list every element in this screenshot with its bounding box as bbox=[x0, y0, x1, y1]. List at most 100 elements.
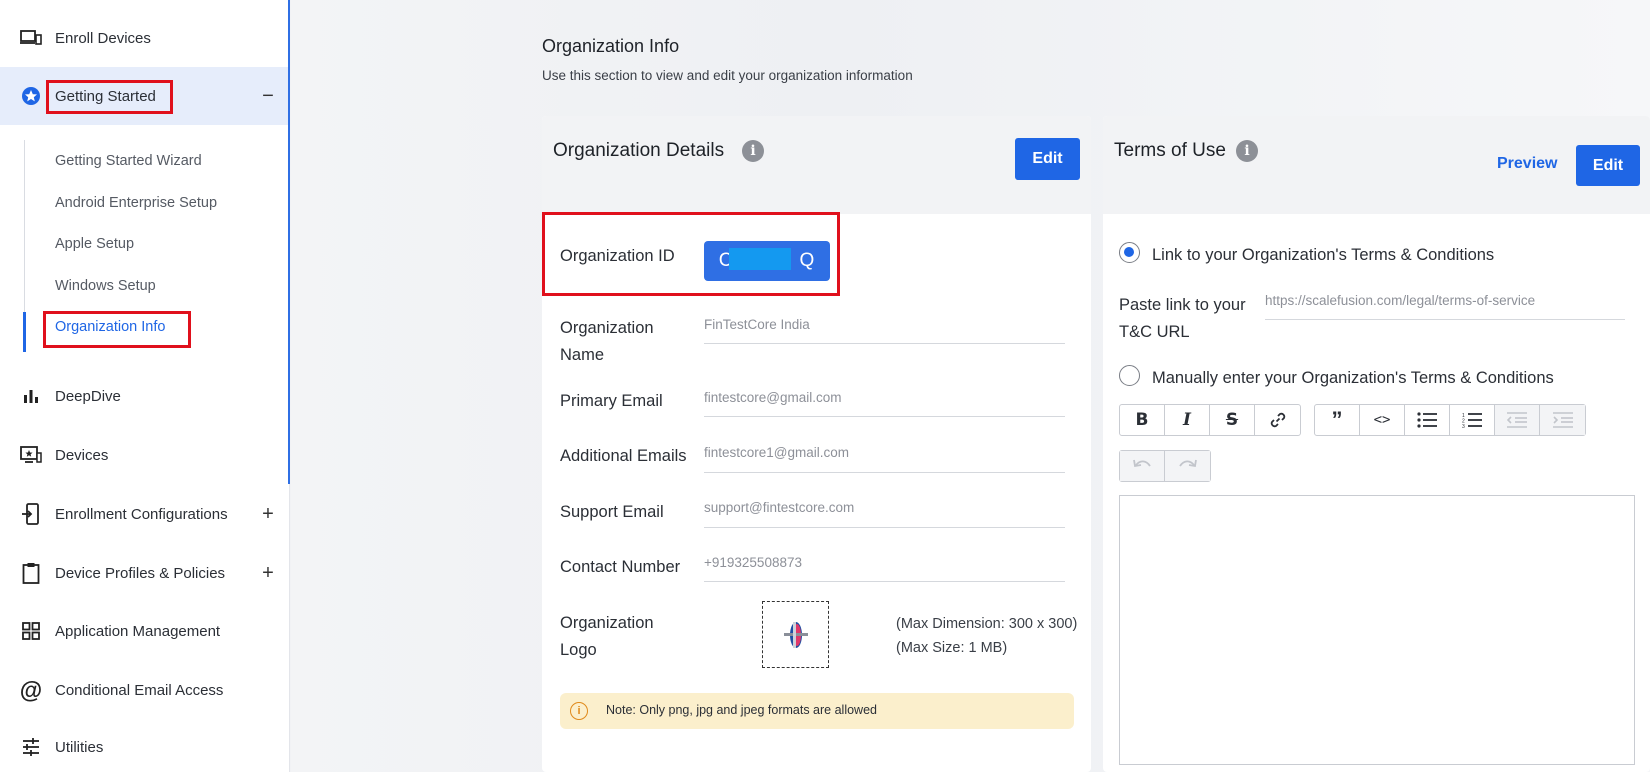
sidebar-subitem-android-enterprise-setup[interactable]: Android Enterprise Setup bbox=[55, 195, 217, 211]
sidebar-item-deepdive[interactable]: DeepDive bbox=[0, 368, 288, 424]
preview-button[interactable]: Preview bbox=[1497, 155, 1557, 173]
primary-email-field[interactable]: fintestcore@gmail.com bbox=[704, 390, 842, 405]
bold-icon[interactable]: B bbox=[1120, 405, 1165, 435]
highlight-box bbox=[46, 80, 173, 114]
expand-icon[interactable]: + bbox=[258, 562, 278, 585]
field-underline bbox=[704, 581, 1065, 582]
italic-icon[interactable]: I bbox=[1165, 405, 1210, 435]
sidebar-active-line bbox=[288, 0, 290, 484]
bar-chart-icon bbox=[20, 385, 42, 407]
support-email-field[interactable]: support@fintestcore.com bbox=[704, 500, 854, 515]
link-terms-label[interactable]: Link to your Organization's Terms & Cond… bbox=[1152, 246, 1494, 265]
sidebar-item-label: Application Management bbox=[55, 622, 221, 640]
strikethrough-icon[interactable]: S bbox=[1210, 405, 1255, 435]
org-logo-label-line2: Logo bbox=[560, 641, 597, 659]
quote-icon[interactable]: ” bbox=[1315, 405, 1360, 435]
support-email-label: Support Email bbox=[560, 503, 664, 521]
link-icon[interactable] bbox=[1255, 405, 1300, 435]
sidebar-item-label: Enrollment Configurations bbox=[55, 505, 228, 523]
sidebar-subitem-getting-started-wizard[interactable]: Getting Started Wizard bbox=[55, 153, 202, 169]
history-toolbar bbox=[1119, 450, 1211, 482]
card-header bbox=[1103, 116, 1650, 214]
logo-dimension-hint: (Max Dimension: 300 x 300) bbox=[896, 616, 1078, 632]
outdent-icon[interactable] bbox=[1495, 405, 1540, 435]
grid-icon bbox=[20, 620, 42, 642]
tc-url-label-line1: Paste link to your bbox=[1119, 296, 1246, 314]
numbered-list-icon[interactable]: 123 bbox=[1450, 405, 1495, 435]
org-name-label-line2: Name bbox=[560, 346, 605, 364]
sidebar-item-application-management[interactable]: Application Management bbox=[0, 603, 288, 659]
format-note: i Note: Only png, jpg and jpeg formats a… bbox=[560, 693, 1074, 729]
info-icon[interactable]: i bbox=[1236, 140, 1258, 162]
org-logo-label: Organization Logo bbox=[560, 610, 654, 664]
sidebar-item-device-profiles-policies[interactable]: Device Profiles & Policies + bbox=[0, 545, 288, 601]
terms-title: Terms of Use bbox=[1114, 140, 1226, 161]
tc-url-label-line2: T&C URL bbox=[1119, 323, 1190, 341]
sidebar: Enroll Devices Getting Started − Getting… bbox=[0, 0, 290, 772]
org-name-label-line1: Organization bbox=[560, 319, 654, 337]
undo-icon[interactable] bbox=[1120, 451, 1165, 481]
devices-icon bbox=[20, 27, 42, 49]
monitor-star-icon bbox=[20, 444, 42, 466]
sidebar-item-label: Conditional Email Access bbox=[55, 681, 224, 699]
additional-emails-label: Additional Emails bbox=[560, 447, 687, 465]
info-circle-icon: i bbox=[570, 702, 588, 720]
card-header bbox=[542, 116, 1091, 214]
terms-edit-button[interactable]: Edit bbox=[1576, 145, 1640, 186]
sidebar-item-label: Devices bbox=[55, 446, 109, 464]
indent-icon[interactable] bbox=[1540, 405, 1585, 435]
logo-upload[interactable] bbox=[762, 601, 829, 668]
sidebar-item-conditional-email-access[interactable]: @ Conditional Email Access bbox=[0, 662, 288, 718]
note-text: Note: Only png, jpg and jpeg formats are… bbox=[606, 703, 877, 717]
sidebar-item-enroll-devices[interactable]: Enroll Devices bbox=[0, 10, 288, 66]
manual-terms-label[interactable]: Manually enter your Organization's Terms… bbox=[1152, 369, 1554, 388]
sliders-icon bbox=[20, 736, 42, 758]
page-subtitle: Use this section to view and edit your o… bbox=[542, 68, 913, 83]
code-icon[interactable]: <> bbox=[1360, 405, 1405, 435]
collapse-icon[interactable]: − bbox=[258, 85, 278, 108]
field-underline bbox=[1265, 319, 1625, 320]
additional-emails-field[interactable]: fintestcore1@gmail.com bbox=[704, 445, 849, 460]
highlight-box bbox=[542, 212, 840, 296]
org-name-label: Organization Name bbox=[560, 315, 654, 369]
field-underline bbox=[704, 416, 1065, 417]
svg-text:3: 3 bbox=[1462, 424, 1465, 428]
format-toolbar: B I S bbox=[1119, 404, 1301, 436]
sidebar-item-label: Enroll Devices bbox=[55, 29, 151, 47]
logo-size-hint: (Max Size: 1 MB) bbox=[896, 640, 1008, 656]
org-edit-button[interactable]: Edit bbox=[1015, 138, 1080, 180]
tc-url-field[interactable]: https://scalefusion.com/legal/terms-of-s… bbox=[1265, 293, 1535, 308]
primary-email-label: Primary Email bbox=[560, 392, 663, 410]
info-icon[interactable]: i bbox=[742, 140, 764, 162]
redo-icon[interactable] bbox=[1165, 451, 1210, 481]
terms-editor[interactable] bbox=[1119, 495, 1635, 765]
star-badge-icon bbox=[20, 85, 42, 107]
field-underline bbox=[704, 343, 1065, 344]
sidebar-subitem-apple-setup[interactable]: Apple Setup bbox=[55, 236, 134, 252]
at-icon: @ bbox=[19, 676, 43, 703]
contact-number-label: Contact Number bbox=[560, 558, 681, 576]
sidebar-subitem-windows-setup[interactable]: Windows Setup bbox=[55, 278, 156, 294]
contact-number-field[interactable]: +919325508873 bbox=[704, 555, 802, 570]
org-logo-label-line1: Organization bbox=[560, 614, 654, 632]
link-terms-radio[interactable] bbox=[1119, 242, 1140, 263]
highlight-box bbox=[43, 311, 191, 348]
phone-enroll-icon bbox=[20, 503, 42, 525]
expand-icon[interactable]: + bbox=[258, 503, 278, 526]
field-underline bbox=[704, 472, 1065, 473]
sidebar-item-enrollment-configurations[interactable]: Enrollment Configurations + bbox=[0, 486, 288, 542]
sidebar-item-devices[interactable]: Devices bbox=[0, 427, 288, 483]
sidebar-item-label: DeepDive bbox=[55, 387, 121, 405]
bullet-list-icon[interactable] bbox=[1405, 405, 1450, 435]
submenu-active-bar bbox=[23, 312, 26, 352]
sidebar-item-label: Utilities bbox=[55, 738, 104, 756]
clipboard-icon bbox=[20, 562, 42, 584]
manual-terms-radio[interactable] bbox=[1119, 365, 1140, 386]
org-details-title: Organization Details bbox=[553, 140, 725, 161]
page-title: Organization Info bbox=[542, 36, 680, 56]
org-logo-image bbox=[783, 621, 808, 648]
field-underline bbox=[704, 527, 1065, 528]
sidebar-item-utilities[interactable]: Utilities bbox=[0, 719, 288, 772]
org-name-field[interactable]: FinTestCore India bbox=[704, 317, 810, 332]
tc-url-label: Paste link to your T&C URL bbox=[1119, 292, 1246, 346]
